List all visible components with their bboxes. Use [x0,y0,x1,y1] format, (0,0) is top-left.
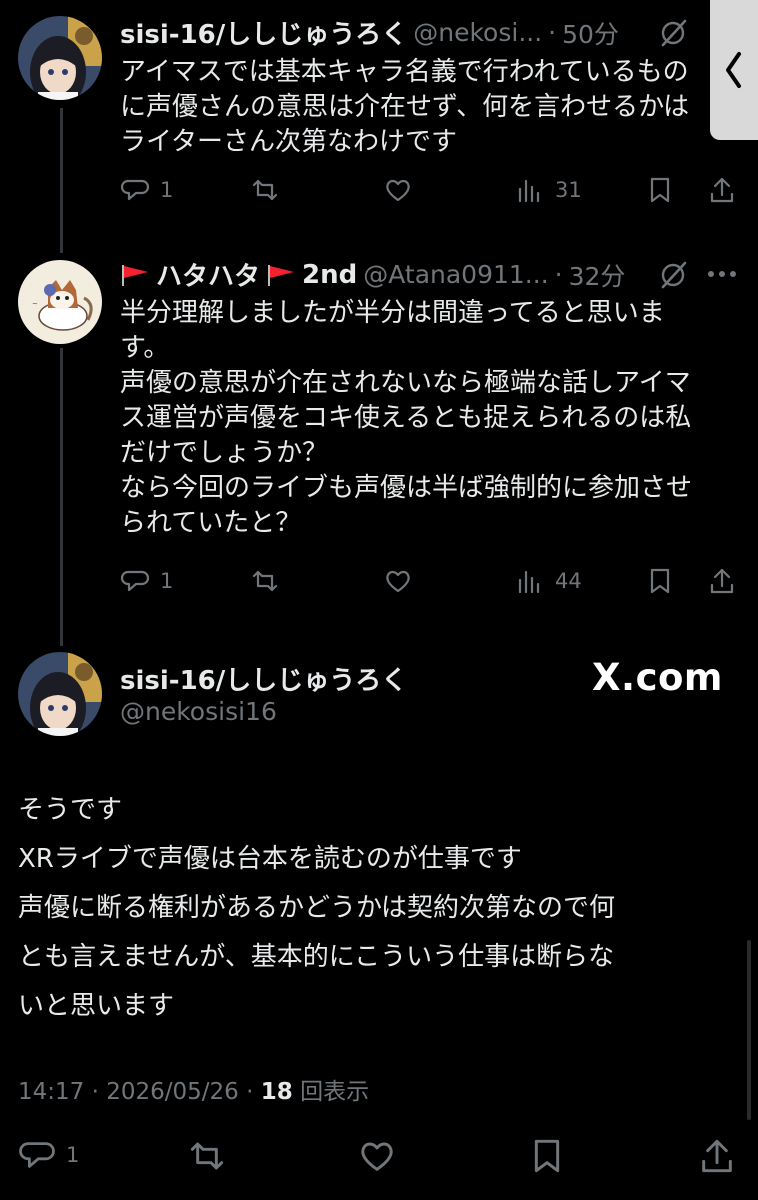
like-button[interactable] [357,1136,397,1176]
reply-icon [120,179,150,201]
tweet-timestamp: 14:17 · 2026/05/26 · 18 回表示 [18,1079,370,1105]
tweet-text-line: す。 [120,333,170,363]
retweet-button[interactable] [250,566,280,596]
heart-icon [386,570,410,593]
reply-count: 1 [160,569,174,593]
share-button[interactable] [707,566,737,596]
flag-icon [122,264,148,286]
author-name[interactable]: ハタハタ [156,256,260,293]
tweet-date[interactable]: 2026/05/26 [106,1079,239,1105]
bookmark-icon [650,177,670,203]
bookmark-button[interactable] [645,566,675,596]
author-name-suffix[interactable]: 2nd [302,260,357,290]
avatar-image: ~ [18,260,102,344]
tweet-text-line: ライターさん次第なわけです [120,127,457,157]
avatar[interactable] [18,16,102,100]
author-handle[interactable]: @nekosi... [413,18,542,47]
tweet-text-line: だけでしょうか？ [120,438,329,468]
heart-icon [386,179,410,202]
tweet-text-line: そうです [18,795,123,825]
reply-icon [120,570,150,592]
tweet-text-line: ス運営が声優をコキ使えるとも捉えられるのは私 [120,403,692,433]
svg-text:~: ~ [32,300,38,308]
retweet-icon [190,1142,224,1170]
separator-dot: · [548,18,557,47]
reply-count: 1 [66,1143,80,1167]
avatar[interactable] [18,652,102,736]
heart-icon [361,1142,393,1171]
bookmark-icon [534,1139,560,1173]
more-icon[interactable] [706,266,738,282]
tweet-time[interactable]: 50分 [562,15,619,51]
reply-count: 1 [160,178,174,202]
author-handle[interactable]: @nekosisi16 [120,697,277,726]
views-label: 回表示 [300,1079,370,1105]
view-count: 44 [555,569,582,593]
bookmark-button[interactable] [645,175,675,205]
reply-icon [19,1142,55,1168]
tweet-text: そうです XRライブで声優は台本を読むのが仕事です 声優に断る権利があるかどうか… [18,786,615,1031]
grok-icon[interactable] [658,260,688,290]
retweet-button[interactable] [250,175,280,205]
view-count: 31 [555,178,582,202]
share-button[interactable] [697,1136,737,1176]
share-button[interactable] [707,175,737,205]
tweet-text-line: 半分理解しましたが半分は間違ってると思いま [120,298,665,328]
tweet-text-line: 声優に断る権利があるかどうかは契約次第なので何 [18,893,615,923]
tweet-text-line: アイマスでは基本キャラ名義で行われているもの [120,57,689,87]
analytics-icon [518,179,540,203]
retweet-icon [252,179,278,201]
tweet-text: 半分理解しましたが半分は間違ってると思いま す。 声優の意思が介在されないなら極… [120,296,692,541]
retweet-button[interactable] [187,1136,227,1176]
flag-icon [268,264,295,286]
bookmark-button[interactable] [527,1136,567,1176]
view-count: 18 [260,1079,293,1105]
share-icon [710,177,734,203]
author-name[interactable]: sisi-16/ししじゅうろく [120,660,407,697]
tweet-text: アイマスでは基本キャラ名義で行われているもの に声優さんの意思は介在せず、何を言… [120,55,689,160]
views-button[interactable]: 44 [515,566,582,596]
bookmark-icon [650,568,670,594]
brand-logo: X.com [592,656,723,699]
tweet-text-line: られていたと？ [120,508,302,538]
tweet-text-line: 声優の意思が介在されないなら極端な話しアイマ [120,368,691,398]
avatar-image [18,16,102,100]
analytics-icon [518,570,540,594]
share-icon [702,1139,732,1173]
tweet-text-line: なら今回のライブも声優は半ば強制的に参加させ [120,473,693,503]
tweet-actions: 1 31 [0,175,758,215]
tweet-actions: 1 [0,1136,758,1176]
share-icon [710,568,734,594]
author-handle[interactable]: @Atana0911... [363,260,548,289]
grok-icon[interactable] [658,18,688,48]
retweet-icon [252,570,278,592]
reply-button[interactable]: 1 [18,1136,79,1174]
tweet-actions: 1 44 [0,566,758,606]
tweet-text-line: XRライブで声優は台本を読むのが仕事です [18,844,522,874]
scrollbar[interactable] [747,940,751,1120]
avatar-image [18,652,102,736]
chevron-left-icon [726,52,741,88]
reply-button[interactable]: 1 [120,566,173,596]
views-button[interactable]: 31 [515,175,582,205]
avatar[interactable]: ~ [18,260,102,344]
tweet-text-line: とも言えませんが、基本的にこういう仕事は断らな [18,942,615,972]
tweet-time[interactable]: 32分 [569,257,626,293]
reply-button[interactable]: 1 [120,175,173,205]
separator-dot: · [554,260,563,289]
author-name[interactable]: sisi-16/ししじゅうろく [120,14,407,51]
like-button[interactable] [383,175,413,205]
tweet-text-line: に声優さんの意思は介在せず、何を言わせるかは [120,92,690,122]
like-button[interactable] [383,566,413,596]
tweet-text-line: いと思います [18,991,175,1021]
tweet-time[interactable]: 14:17 [18,1079,84,1105]
